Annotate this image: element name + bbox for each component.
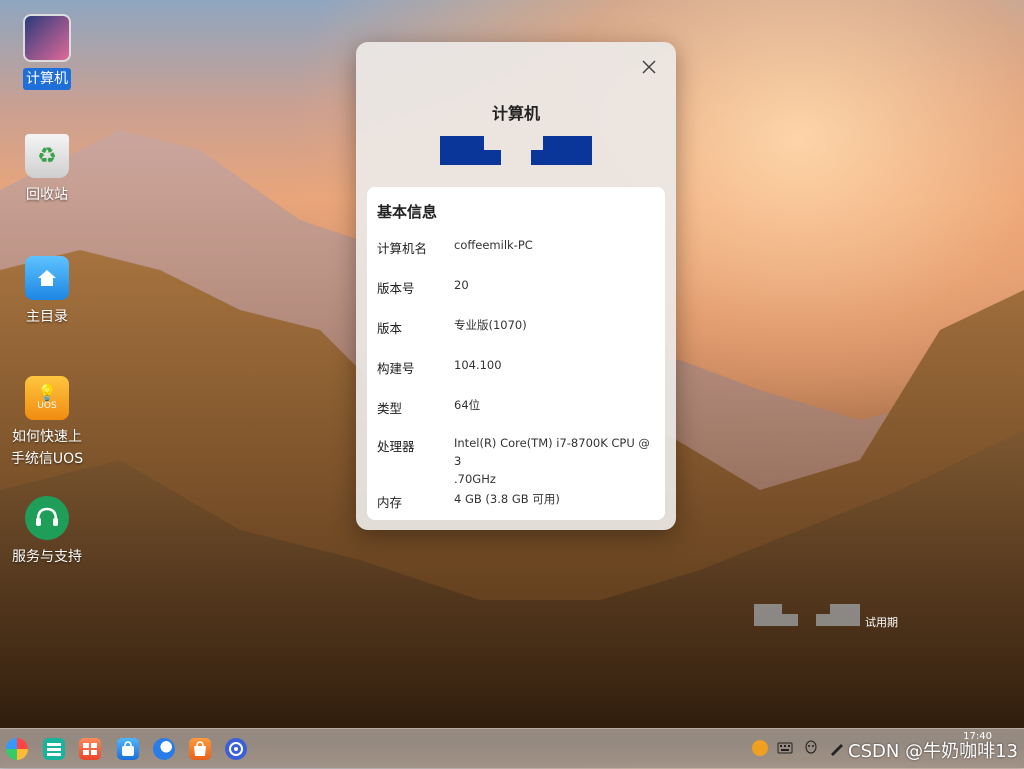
computer-info-dialog: 计算机 基本信息 计算机名 coffeemilk-PC 版本号 20 版本 专业… [356,42,676,530]
trash-icon: ♻ [25,134,69,178]
desktop-icon-uos-guide[interactable]: 💡 UOS 如何快速上 手统信UOS [7,376,87,470]
desktop-icon-computer[interactable]: 计算机 [7,14,87,90]
home-folder-icon [25,256,69,300]
info-key: 处理器 [377,439,415,454]
dialog-title: 计算机 [491,104,540,123]
launcher-icon[interactable] [6,738,28,760]
info-value: 104.100 [454,358,502,372]
desktop-icon-label: 回收站 [26,187,68,203]
desktop-icon-trash[interactable]: ♻ 回收站 [7,134,87,206]
browser-icon[interactable] [153,738,175,760]
logo-block-right-step [531,150,543,165]
info-key: 内存 [377,495,403,510]
close-button[interactable] [638,56,660,78]
lightbulb-icon: 💡 UOS [25,376,69,420]
desktop-icon-label: 服务与支持 [12,549,82,565]
pen-icon[interactable] [829,740,845,756]
basic-info-card: 基本信息 计算机名 coffeemilk-PC 版本号 20 版本 专业版(10… [367,187,665,520]
logo-block-left-step [484,150,501,165]
uos-account-icon[interactable] [752,740,768,756]
desktop-icon-home[interactable]: 主目录 [7,256,87,328]
info-key: 构建号 [377,361,415,376]
file-manager-icon[interactable] [79,738,101,760]
watermark-block-left [754,604,782,626]
logo-block-left [440,136,484,165]
info-key: 计算机名 [377,241,428,256]
info-key: 版本号 [377,281,415,296]
qq-icon[interactable] [803,740,819,756]
taskbar: 17:40 CSDN @牛奶咖啡13 [0,728,1024,769]
desktop-icon-label: 计算机 [23,68,71,90]
watermark-block-left-step [782,614,798,626]
section-title: 基本信息 [377,203,438,221]
trial-label: 试用期 [865,616,898,629]
logo-block-right [543,136,592,165]
multitask-icon[interactable] [43,738,65,760]
keyboard-icon[interactable] [777,740,793,756]
info-value: coffeemilk-PC [454,238,533,252]
desktop-icon-label: 主目录 [26,309,68,325]
watermark-block-right-step [816,614,830,626]
uos-badge: UOS [37,401,57,411]
info-value: 20 [454,278,469,292]
info-value: 专业版(1070) [454,318,527,332]
info-value: 4 GB (3.8 GB 可用) [454,492,560,506]
computer-icon [23,14,71,62]
info-value: 64位 [454,398,481,412]
info-key: 类型 [377,401,403,416]
settings-icon[interactable] [225,738,247,760]
app-store-icon[interactable] [117,738,139,760]
info-key: 版本 [377,321,403,336]
info-value: Intel(R) Core(TM) i7-8700K CPU @ 3 .70GH… [454,436,650,486]
csdn-watermark: CSDN @牛奶咖啡13 [848,741,1018,762]
desktop-icon-support[interactable]: 服务与支持 [7,496,87,568]
headset-icon [25,496,69,540]
desktop-icon-label: 如何快速上 手统信UOS [10,429,84,467]
watermark-block-right [830,604,860,626]
deepin-store-icon[interactable] [189,738,211,760]
close-icon [642,60,656,74]
